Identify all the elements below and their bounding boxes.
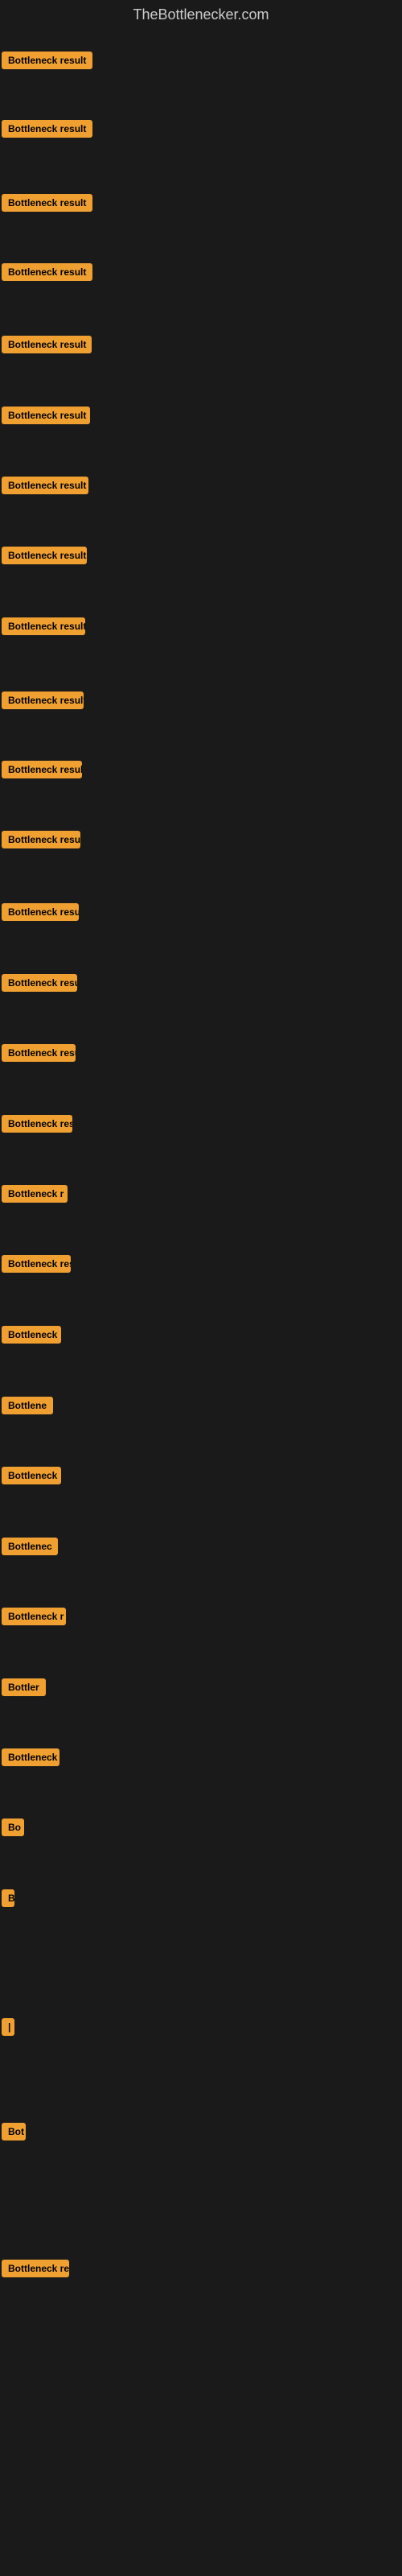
bottleneck-badge: Bottleneck [2,1326,61,1344]
bottleneck-item: Bottlene [2,1397,53,1418]
bottleneck-badge: Bottleneck resu [2,1255,71,1273]
bottleneck-badge: Bottleneck result [2,477,88,494]
bottleneck-item: Bot [2,2123,26,2145]
bottleneck-badge: | [2,2018,14,2036]
bottleneck-badge: Bottlenec [2,1538,58,1555]
bottleneck-item: Bottleneck result [2,547,87,568]
bottleneck-badge: Bottler [2,1678,46,1696]
bottleneck-badge: Bottleneck [2,1467,61,1484]
bottleneck-item: Bottleneck r [2,1185,68,1207]
bottleneck-badge: Bottleneck result [2,903,79,921]
bottleneck-badge: Bottleneck r [2,1185,68,1203]
bottleneck-item: Bottleneck result [2,407,90,428]
site-title: TheBottlenecker.com [0,0,402,30]
bottleneck-badge: Bo [2,1818,24,1836]
bottleneck-badge: Bottleneck result [2,52,92,69]
bottleneck-item: Bottleneck [2,1748,59,1770]
bottleneck-badge: Bottleneck [2,1748,59,1766]
bottleneck-item: Bottleneck result [2,477,88,498]
bottleneck-badge: Bottleneck result [2,407,90,424]
bottleneck-item: Bottleneck result [2,336,92,357]
bottleneck-item: | [2,2018,14,2040]
bottleneck-item: Bottleneck re [2,2260,69,2281]
bottleneck-item: Bottleneck [2,1326,61,1348]
bottleneck-item: Bottleneck result [2,903,79,925]
bottleneck-item: Bo [2,1818,24,1840]
bottleneck-item: Bottleneck result [2,1115,72,1137]
bottleneck-item: Bottleneck result [2,263,92,285]
bottleneck-item: Bottlenec [2,1538,58,1559]
bottleneck-item: Bottleneck result [2,120,92,142]
bottleneck-item: Bottleneck result [2,831,80,852]
bottleneck-item: Bottleneck resu [2,1255,71,1277]
bottleneck-badge: B [2,1889,14,1907]
bottleneck-item: Bottleneck result [2,974,77,996]
bottleneck-badge: Bottleneck result [2,263,92,281]
bottleneck-item: Bottleneck result [2,761,82,782]
bottleneck-badge: Bottleneck result [2,761,82,778]
bottleneck-badge: Bottleneck result [2,691,84,709]
bottleneck-item: Bottleneck result [2,52,92,73]
bottleneck-badge: Bottleneck result [2,831,80,848]
bottleneck-badge: Bottleneck result [2,336,92,353]
bottleneck-item: Bottleneck result [2,1044,76,1066]
bottleneck-item: B [2,1889,14,1911]
bottleneck-badge: Bottlene [2,1397,53,1414]
bottleneck-item: Bottleneck result [2,691,84,713]
bottleneck-item: Bottleneck result [2,194,92,216]
bottleneck-item: Bottler [2,1678,46,1700]
bottleneck-badge: Bot [2,2123,26,2140]
bottleneck-badge: Bottleneck result [2,120,92,138]
bottleneck-item: Bottleneck r [2,1608,66,1629]
bottleneck-badge: Bottleneck result [2,1115,72,1133]
bottleneck-badge: Bottleneck r [2,1608,66,1625]
bottleneck-item: Bottleneck result [2,617,85,639]
bottleneck-badge: Bottleneck result [2,617,85,635]
bottleneck-badge: Bottleneck result [2,1044,76,1062]
bottleneck-item: Bottleneck [2,1467,61,1488]
bottleneck-badge: Bottleneck re [2,2260,69,2277]
bottleneck-badge: Bottleneck result [2,547,87,564]
bottleneck-badge: Bottleneck result [2,194,92,212]
bottleneck-badge: Bottleneck result [2,974,77,992]
